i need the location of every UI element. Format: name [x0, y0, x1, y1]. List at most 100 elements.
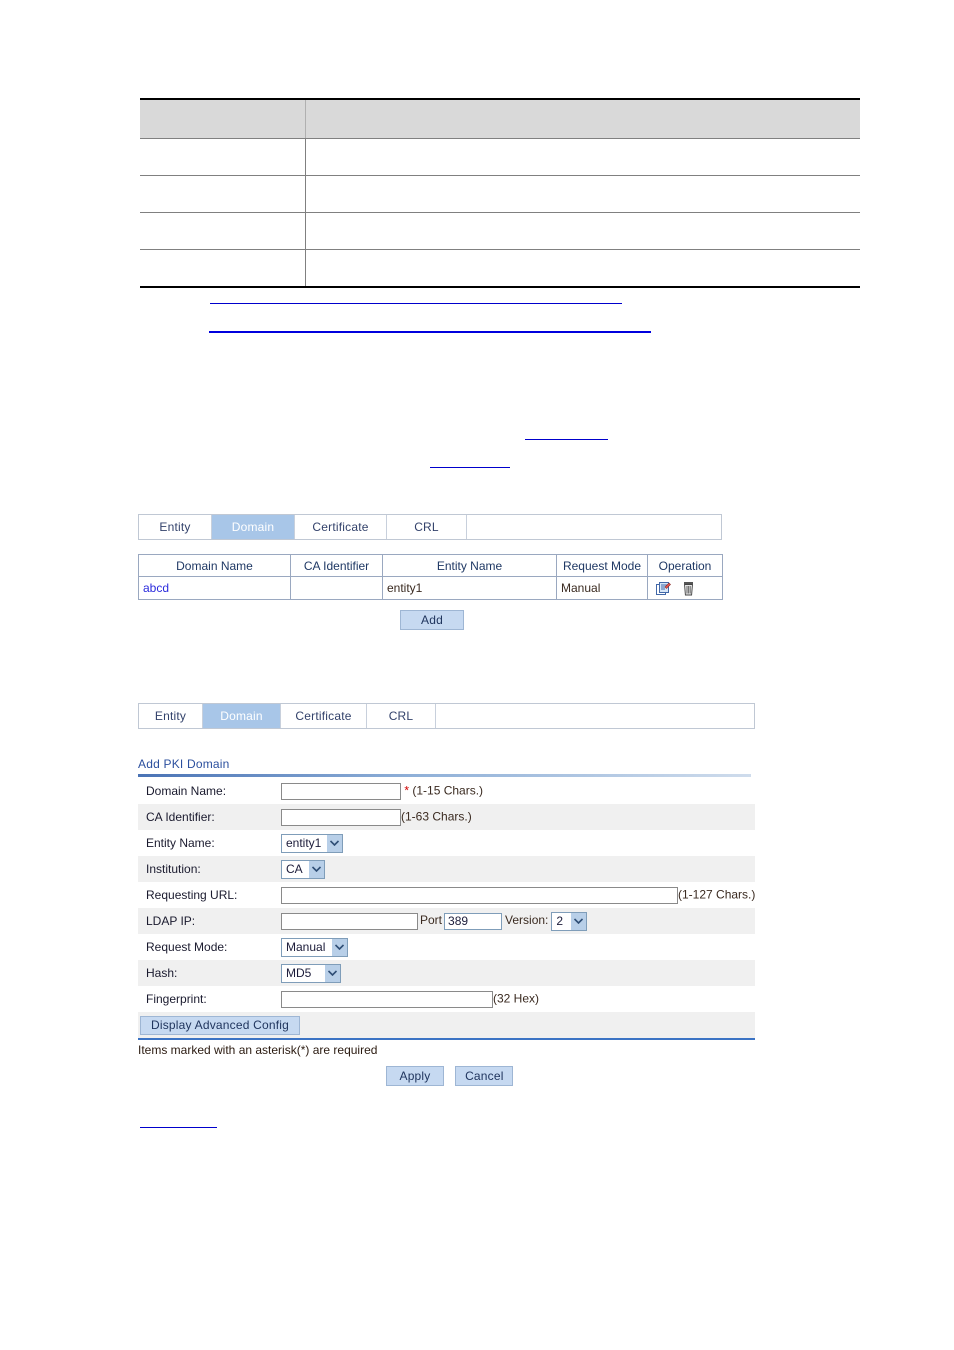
table-row: abcd entity1 Manual [138, 576, 723, 600]
tab-certificate[interactable]: Certificate [281, 704, 367, 728]
add-button[interactable]: Add [400, 610, 464, 630]
form-row-fingerprint: Fingerprint: (32 Hex) [138, 986, 755, 1012]
tab-label: Entity [159, 520, 191, 534]
apply-button[interactable]: Apply [386, 1066, 444, 1086]
form-row-domain-name: Domain Name: * (1-15 Chars.) [138, 778, 755, 804]
form-row-ca-identifier: CA Identifier: (1-63 Chars.) [138, 804, 755, 830]
form-title: Add PKI Domain [138, 757, 230, 771]
table-cell [305, 175, 860, 213]
column-header-domain-name: Domain Name [138, 554, 291, 577]
add-button-row: Add [138, 610, 722, 630]
table-header-cell [140, 98, 306, 139]
request-mode-select[interactable]: Manual [281, 937, 348, 957]
tab-certificate[interactable]: Certificate [295, 515, 387, 539]
edit-icon[interactable] [656, 581, 671, 596]
table-row [140, 175, 860, 213]
table-row [140, 212, 860, 250]
chevron-down-icon [326, 834, 342, 852]
port-input[interactable] [444, 912, 503, 930]
tab-label: Certificate [312, 520, 369, 534]
label-ldap-ip: LDAP IP: [146, 914, 196, 928]
cross-reference-link[interactable] [525, 439, 608, 440]
delete-icon[interactable] [681, 581, 696, 596]
reference-table [140, 98, 860, 288]
institution-select[interactable]: CA [281, 859, 325, 879]
hint-fingerprint: (32 Hex) [493, 991, 540, 1006]
request-mode-value: Manual [286, 940, 326, 954]
table-header-row [140, 98, 860, 139]
ldap-version-value: 2 [556, 914, 564, 928]
tab-domain[interactable]: Domain [212, 515, 295, 539]
requesting-url-input[interactable] [281, 886, 678, 904]
table-header-cell [305, 98, 860, 139]
field-domain-name: * (1-15 Chars.) [281, 778, 755, 804]
ldap-version-select[interactable]: 2 [551, 911, 588, 931]
field-entity-name: entity1 [281, 830, 755, 856]
label-port: Port [420, 913, 443, 928]
hash-value: MD5 [286, 966, 312, 980]
title-divider [138, 774, 751, 777]
table-cell [140, 249, 306, 288]
label-fingerprint: Fingerprint: [146, 992, 207, 1006]
cell-entity-name: entity1 [382, 576, 557, 600]
tab-label: Entity [154, 709, 187, 723]
domain-name-link[interactable]: abcd [143, 581, 169, 595]
cell-domain-name: abcd [138, 576, 291, 600]
column-header-entity-name: Entity Name [382, 554, 557, 577]
hint-domain-name: (1-15 Chars.) [412, 783, 484, 798]
table-header-row: Domain Name CA Identifier Entity Name Re… [138, 554, 723, 577]
table-row [140, 249, 860, 288]
cell-operation [647, 576, 723, 600]
table-cell [305, 212, 860, 250]
table-cell [140, 212, 306, 250]
chevron-down-icon [331, 938, 347, 956]
hint-ca-identifier: (1-63 Chars.) [401, 809, 472, 824]
label-version: Version: [505, 913, 549, 928]
field-ldap-ip: Port Version: 2 [281, 908, 755, 934]
advanced-config-cell: Display Advanced Config [138, 1012, 755, 1038]
tab-entity[interactable]: Entity [139, 704, 203, 728]
cancel-button[interactable]: Cancel [455, 1066, 514, 1086]
tab-label: Domain [220, 709, 263, 723]
tab-crl[interactable]: CRL [387, 515, 467, 539]
form-row-entity-name: Entity Name: entity1 [138, 830, 755, 856]
entity-name-value: entity1 [286, 836, 322, 850]
ca-identifier-input[interactable] [281, 808, 401, 826]
operation-icons [652, 581, 718, 596]
column-header-request-mode: Request Mode [556, 554, 648, 577]
cross-reference-link[interactable] [209, 331, 651, 333]
form-row-advanced: Display Advanced Config [138, 1012, 755, 1038]
column-header-ca-identifier: CA Identifier [290, 554, 383, 577]
domain-list-table: Domain Name CA Identifier Entity Name Re… [138, 554, 723, 600]
entity-name-select[interactable]: entity1 [281, 833, 343, 853]
tab-label: CRL [388, 709, 414, 723]
tab-domain[interactable]: Domain [203, 704, 281, 728]
field-fingerprint: (32 Hex) [281, 986, 755, 1012]
table-cell [305, 249, 860, 288]
domain-name-input[interactable] [281, 782, 401, 800]
tab-entity[interactable]: Entity [139, 515, 212, 539]
label-entity-name: Entity Name: [146, 836, 215, 850]
tab-bar: Entity Domain Certificate CRL [138, 514, 722, 540]
column-header-operation: Operation [647, 554, 723, 577]
label-institution: Institution: [146, 862, 201, 876]
cross-reference-link[interactable] [430, 467, 510, 468]
fingerprint-input[interactable] [281, 990, 493, 1008]
add-pki-domain-panel: Entity Domain Certificate CRL Add PKI Do… [138, 703, 755, 1086]
form-row-hash: Hash: MD5 [138, 960, 755, 986]
tab-crl[interactable]: CRL [367, 704, 436, 728]
display-advanced-config-button[interactable]: Display Advanced Config [140, 1015, 301, 1035]
tab-bar: Entity Domain Certificate CRL [138, 703, 755, 729]
field-ca-identifier: (1-63 Chars.) [281, 804, 755, 830]
hash-select[interactable]: MD5 [281, 963, 341, 983]
field-hash: MD5 [281, 960, 755, 986]
label-ca-identifier: CA Identifier: [146, 810, 215, 824]
tab-bar-filler [436, 704, 754, 728]
chevron-down-icon [308, 860, 324, 878]
form-row-request-mode: Request Mode: Manual [138, 934, 755, 960]
cross-reference-link[interactable] [210, 303, 622, 304]
form-bottom-divider [138, 1038, 755, 1040]
ldap-ip-input[interactable] [281, 912, 418, 930]
chevron-down-icon [324, 964, 340, 982]
cross-reference-link[interactable] [140, 1127, 217, 1128]
